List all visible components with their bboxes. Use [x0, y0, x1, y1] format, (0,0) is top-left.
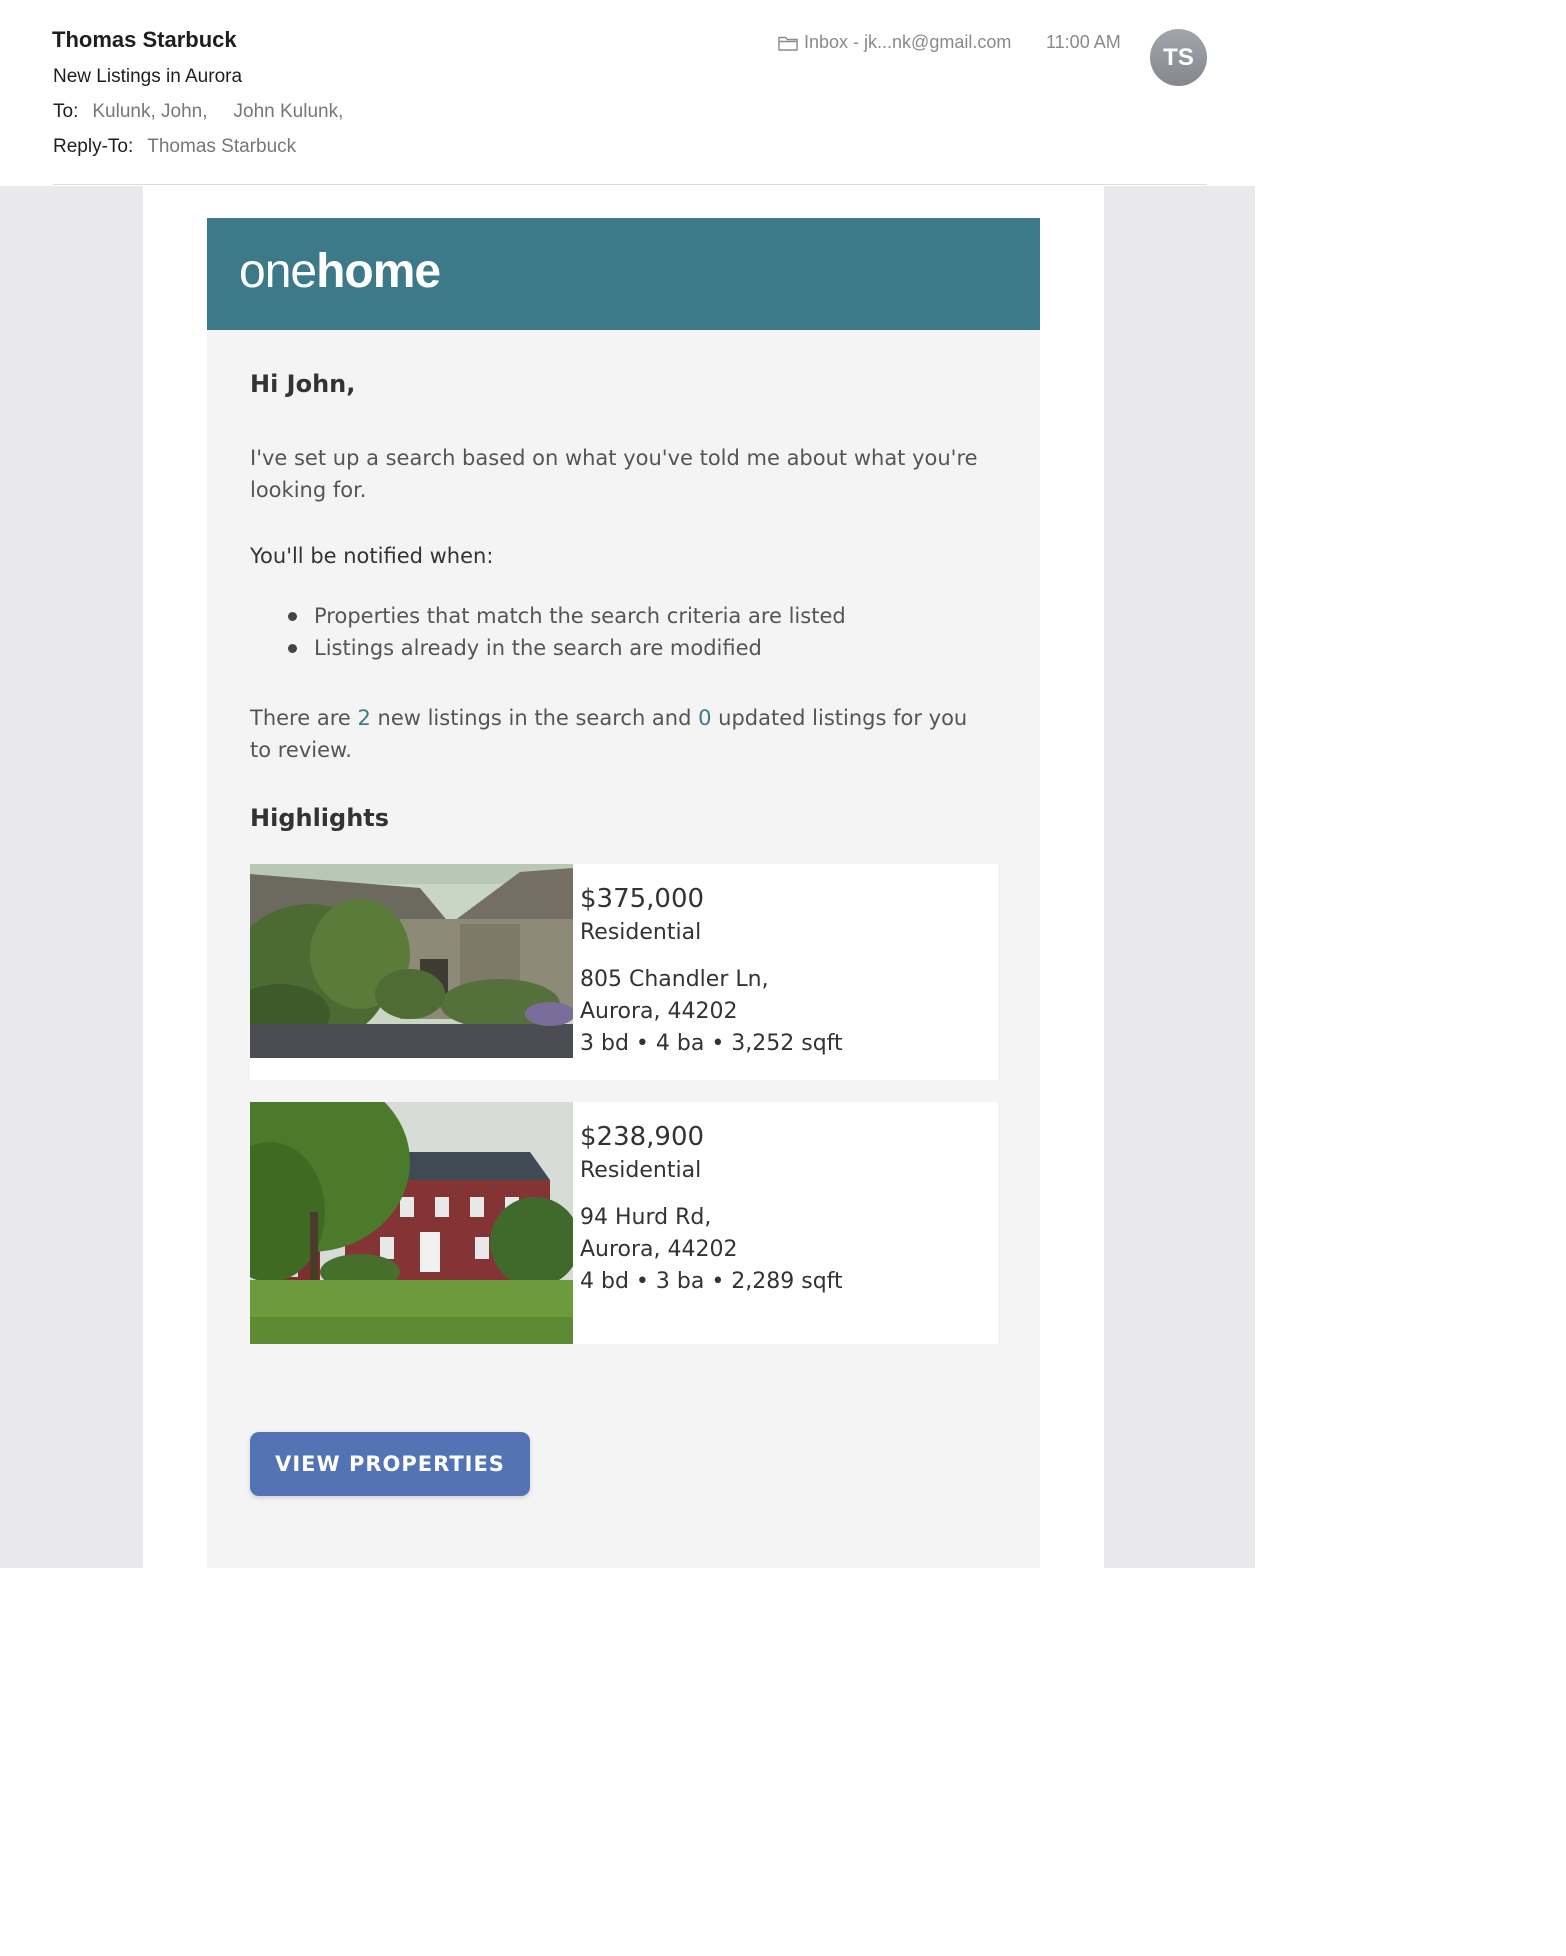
reply-to-line: Reply-To: Thomas Starbuck	[53, 136, 296, 158]
email-card: onehome Hi John, I've set up a search ba…	[207, 218, 1040, 1568]
listing-facts: 3 bd • 4 ba • 3,252 sqft	[580, 1031, 843, 1056]
bullet-text: Listings already in the search are modif…	[314, 636, 762, 660]
listing-address-line1: 805 Chandler Ln,	[580, 967, 769, 992]
email-subject: New Listings in Aurora	[53, 66, 243, 87]
listing-facts: 4 bd • 3 ba • 2,289 sqft	[580, 1269, 843, 1294]
listing-card[interactable]: $375,000 Residential 805 Chandler Ln, Au…	[250, 864, 998, 1080]
folder-icon	[778, 35, 798, 51]
notify-heading: You'll be notified when:	[250, 544, 494, 568]
mailbox-label: Inbox - jk...nk@gmail.com	[804, 32, 1012, 52]
summary-prefix: There are	[250, 706, 358, 730]
sender-name[interactable]: Thomas Starbuck	[52, 27, 237, 53]
listing-address-line1: 94 Hurd Rd,	[580, 1205, 712, 1230]
bullet-icon	[288, 644, 297, 653]
to-recipient-1[interactable]: Kulunk, John,	[92, 101, 207, 123]
listing-photo[interactable]	[250, 1102, 573, 1344]
brand-banner: onehome	[207, 218, 1040, 330]
listing-address-line2: Aurora, 44202	[580, 1237, 738, 1262]
reply-to-label: Reply-To:	[53, 136, 134, 157]
listing-photo[interactable]	[250, 864, 573, 1058]
mailbox-location[interactable]: Inbox - jk...nk@gmail.com	[778, 32, 1011, 53]
listing-type: Residential	[580, 1158, 702, 1183]
view-properties-button[interactable]: VIEW PROPERTIES	[250, 1432, 530, 1496]
sender-avatar[interactable]: TS	[1150, 29, 1207, 86]
new-listings-count: 2	[357, 706, 371, 730]
email-page: onehome Hi John, I've set up a search ba…	[143, 186, 1104, 1568]
to-line: To: Kulunk, John, John Kulunk,	[53, 101, 343, 123]
listing-address-line2: Aurora, 44202	[580, 999, 738, 1024]
list-item: Listings already in the search are modif…	[250, 632, 990, 664]
updated-listings-count: 0	[698, 706, 712, 730]
onehome-logo[interactable]: onehome	[239, 244, 441, 299]
logo-text-home: home	[316, 245, 441, 298]
reply-to-value[interactable]: Thomas Starbuck	[147, 136, 296, 158]
received-time: 11:00 AM	[1046, 32, 1121, 52]
summary-middle: new listings in the search and	[370, 706, 699, 730]
logo-text-one: one	[239, 245, 317, 298]
listing-summary: There are 2 new listings in the search a…	[250, 702, 990, 766]
highlights-heading: Highlights	[250, 804, 390, 832]
greeting: Hi John,	[250, 370, 356, 398]
bullet-text: Properties that match the search criteri…	[314, 604, 846, 628]
listing-info: $375,000 Residential 805 Chandler Ln, Au…	[580, 882, 843, 1060]
header-divider	[53, 184, 1207, 185]
listing-type: Residential	[580, 920, 702, 945]
notification-list: Properties that match the search criteri…	[250, 600, 990, 664]
to-label: To:	[53, 101, 79, 122]
listing-info: $238,900 Residential 94 Hurd Rd, Aurora,…	[580, 1120, 843, 1298]
intro-paragraph: I've set up a search based on what you'v…	[250, 446, 978, 502]
listing-card[interactable]: $238,900 Residential 94 Hurd Rd, Aurora,…	[250, 1102, 998, 1344]
listing-price: $375,000	[580, 884, 705, 914]
listing-price: $238,900	[580, 1122, 705, 1152]
list-item: Properties that match the search criteri…	[250, 600, 990, 632]
to-recipient-2[interactable]: John Kulunk,	[234, 101, 344, 123]
message-body: onehome Hi John, I've set up a search ba…	[0, 186, 1255, 1568]
bullet-icon	[288, 612, 297, 621]
email-header: Thomas Starbuck New Listings in Aurora T…	[0, 0, 1255, 186]
